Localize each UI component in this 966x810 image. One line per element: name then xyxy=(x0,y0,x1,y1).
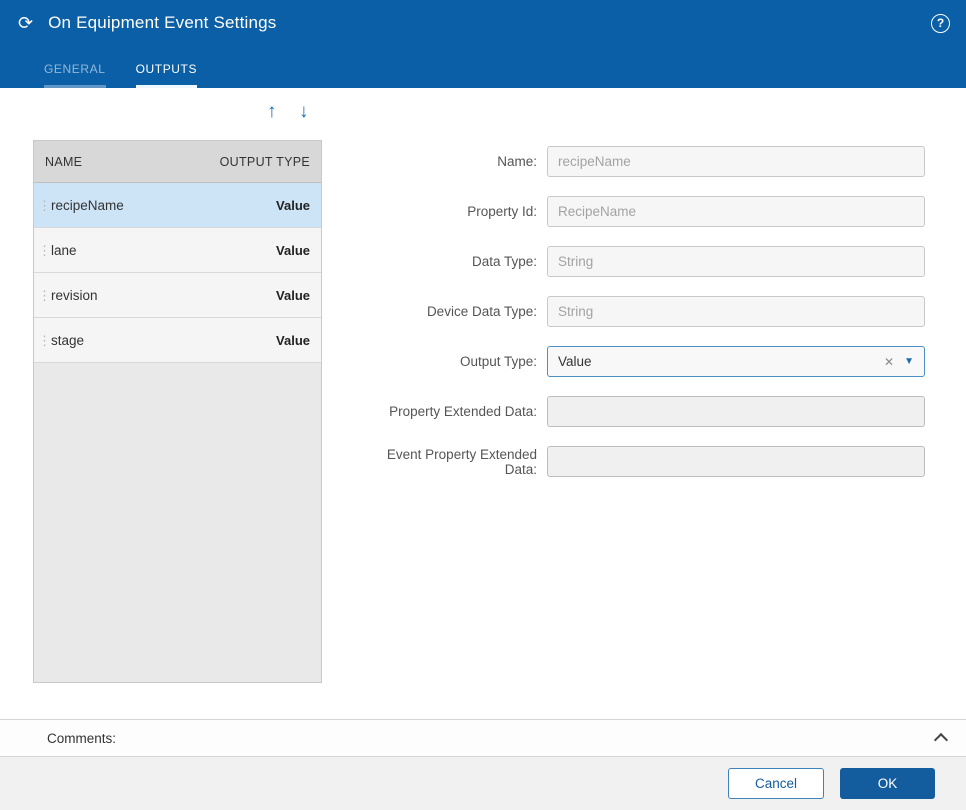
event-property-extended-data-input[interactable] xyxy=(547,446,925,477)
row-output-type: Value xyxy=(276,288,310,303)
output-type-label: Output Type: xyxy=(352,354,547,369)
data-type-input xyxy=(547,246,925,277)
comments-label: Comments: xyxy=(47,731,116,746)
dialog-header: ⟳ On Equipment Event Settings ? GENERAL … xyxy=(0,0,966,88)
outputs-table: NAME OUTPUT TYPE ⋮ recipeName Value ⋮ la… xyxy=(33,140,322,683)
dialog-title: On Equipment Event Settings xyxy=(48,13,276,33)
cancel-button[interactable]: Cancel xyxy=(728,768,824,799)
field-property-id: Property Id: xyxy=(352,196,935,227)
move-up-icon[interactable]: ↑ xyxy=(267,102,277,121)
table-row[interactable]: ⋮ revision Value xyxy=(34,273,321,318)
field-name: Name: xyxy=(352,146,935,177)
table-row[interactable]: ⋮ recipeName Value xyxy=(34,183,321,228)
row-name: revision xyxy=(51,288,98,303)
row-name: recipeName xyxy=(51,198,124,213)
row-name: stage xyxy=(51,333,84,348)
output-type-dropdown[interactable]: Value ✕ ▼ xyxy=(547,346,925,377)
name-input xyxy=(547,146,925,177)
data-type-label: Data Type: xyxy=(352,254,547,269)
column-header-output-type: OUTPUT TYPE xyxy=(220,155,310,169)
property-extended-data-input[interactable] xyxy=(547,396,925,427)
tab-general[interactable]: GENERAL xyxy=(44,46,106,88)
drag-handle-icon[interactable]: ⋮ xyxy=(38,334,51,347)
field-event-property-extended-data: Event Property Extended Data: xyxy=(352,446,935,477)
device-data-type-label: Device Data Type: xyxy=(352,304,547,319)
collapse-chevron-icon[interactable] xyxy=(934,733,948,747)
help-icon[interactable]: ? xyxy=(931,14,950,33)
output-type-value: Value xyxy=(558,354,592,369)
dialog-footer: Cancel OK xyxy=(0,757,966,810)
tab-bar: GENERAL OUTPUTS xyxy=(0,46,966,88)
event-property-extended-data-label: Event Property Extended Data: xyxy=(352,447,547,477)
row-name: lane xyxy=(51,243,77,258)
table-header: NAME OUTPUT TYPE xyxy=(34,141,321,183)
property-id-input xyxy=(547,196,925,227)
field-output-type: Output Type: Value ✕ ▼ xyxy=(352,346,935,377)
table-row[interactable]: ⋮ lane Value xyxy=(34,228,321,273)
drag-handle-icon[interactable]: ⋮ xyxy=(38,244,51,257)
field-data-type: Data Type: xyxy=(352,246,935,277)
row-output-type: Value xyxy=(276,198,310,213)
name-label: Name: xyxy=(352,154,547,169)
row-output-type: Value xyxy=(276,243,310,258)
dropdown-caret-icon[interactable]: ▼ xyxy=(904,356,914,367)
field-property-extended-data: Property Extended Data: xyxy=(352,396,935,427)
ok-button[interactable]: OK xyxy=(840,768,935,799)
column-header-name: NAME xyxy=(45,155,82,169)
comments-section[interactable]: Comments: xyxy=(0,719,966,757)
property-extended-data-label: Property Extended Data: xyxy=(352,404,547,419)
property-id-label: Property Id: xyxy=(352,204,547,219)
title-row: ⟳ On Equipment Event Settings ? xyxy=(0,0,966,46)
output-detail-form: Name: Property Id: Data Type: Device Dat… xyxy=(352,146,935,496)
field-device-data-type: Device Data Type: xyxy=(352,296,935,327)
drag-handle-icon[interactable]: ⋮ xyxy=(38,199,51,212)
row-output-type: Value xyxy=(276,333,310,348)
table-row[interactable]: ⋮ stage Value xyxy=(34,318,321,363)
move-down-icon[interactable]: ↓ xyxy=(299,102,309,121)
clear-icon[interactable]: ✕ xyxy=(874,355,904,369)
sync-icon: ⟳ xyxy=(18,14,33,32)
tab-outputs[interactable]: OUTPUTS xyxy=(136,46,198,88)
on-equipment-event-settings-dialog: ⟳ On Equipment Event Settings ? GENERAL … xyxy=(0,0,966,810)
drag-handle-icon[interactable]: ⋮ xyxy=(38,289,51,302)
device-data-type-input xyxy=(547,296,925,327)
